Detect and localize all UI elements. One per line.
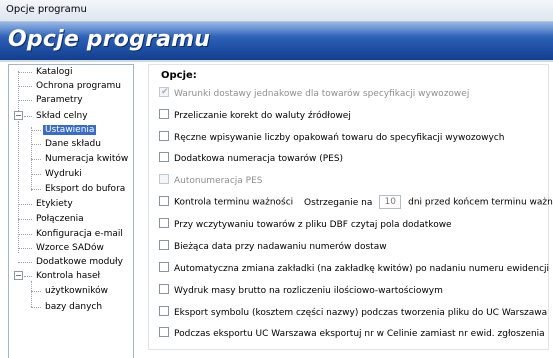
tree-line [31, 159, 41, 160]
tree-line [18, 100, 32, 101]
tree-item-uzytkownikow[interactable]: użytkowników [43, 285, 110, 297]
checkbox[interactable] [159, 240, 169, 250]
checkbox[interactable] [159, 195, 169, 206]
option-dodatkowa-numeracja[interactable]: Dodatkowa numeracja towarów (PES) [159, 152, 343, 166]
header-separator [0, 60, 553, 62]
expiry-days-input[interactable]: 10 [379, 195, 402, 209]
header-banner: Opcje programu [0, 22, 553, 60]
tree-line [18, 204, 32, 205]
option-warunki-dostawy: ✔ Warunki dostawy jednakowe dla towarów s… [159, 87, 470, 99]
option-wydruk-masy-brutto[interactable]: Wydruk masy brutto na rozliczeniu ilości… [159, 284, 443, 298]
option-wczytywanie-dbf[interactable]: Przy wczytywaniu towarów z pliku DBF czy… [159, 218, 452, 232]
expiry-days-label: dni przed końcem terminu ważności [408, 197, 553, 208]
tree-item-kontrola-hasel[interactable]: Kontrola haseł [34, 270, 102, 282]
tree-item-wydruki[interactable]: Wydruki [43, 168, 84, 180]
window-title: Opcje programu [6, 4, 87, 15]
tree-line [31, 189, 41, 190]
collapse-icon[interactable]: − [14, 111, 23, 120]
checkbox[interactable] [159, 131, 169, 141]
banner-title: Opcje programu [8, 27, 211, 52]
tree-item-ochrona-programu[interactable]: Ochrona programu [34, 80, 123, 92]
checkbox[interactable] [159, 218, 169, 228]
tree-line [31, 174, 41, 175]
tree-line [18, 234, 32, 235]
option-kontrola-terminu[interactable]: Kontrola terminu ważności Ostrzeganie na… [159, 195, 553, 209]
tree-line [31, 307, 41, 308]
collapse-icon[interactable]: − [14, 271, 23, 280]
tree-line [18, 262, 32, 263]
tree-item-numeracja-kwitow[interactable]: Numeracja kwitów [43, 153, 130, 165]
tree-line [31, 291, 41, 292]
tree-item-bazy-danych[interactable]: bazy danych [43, 301, 104, 313]
tree-item-wzorce-sadow[interactable]: Wzorce SADów [34, 242, 106, 254]
tree-item-konfiguracja-email[interactable]: Konfiguracja e-mail [34, 228, 125, 240]
tree-line [18, 71, 19, 115]
tree-item-polaczenia[interactable]: Połączenia [34, 213, 86, 225]
option-automatyczna-zmiana-zakladki[interactable]: Automatyczna zmiana zakładki (na zakładk… [159, 262, 549, 276]
options-header: Opcje: [161, 70, 197, 81]
checkbox [159, 174, 169, 184]
option-autonumeracja-pes: Autonumeracja PES [159, 174, 262, 188]
checkbox[interactable] [159, 152, 169, 162]
tree-item-katalogi[interactable]: Katalogi [34, 66, 75, 78]
tree-item-eksport-do-bufora[interactable]: Eksport do bufora [43, 183, 127, 195]
checkbox[interactable] [159, 284, 169, 294]
expiry-warn-label: Ostrzeganie na [304, 197, 373, 208]
options-panel: Opcje: ✔ Warunki dostawy jednakowe dla to… [148, 64, 553, 350]
option-eksport-nr-celina[interactable]: Podczas eksportu UC Warszawa eksportuj n… [159, 327, 545, 341]
option-przeliczanie-korekt[interactable]: Przeliczanie korekt do waluty źródłowej [159, 109, 351, 123]
checkbox[interactable] [159, 306, 169, 316]
tree-line [18, 86, 32, 87]
option-eksport-symbolu[interactable]: Eksport symbolu (kosztem części nazwy) p… [159, 306, 547, 320]
options-tree[interactable]: Katalogi Ochrona programu Parametry − Sk… [8, 64, 134, 358]
tree-item-etykiety[interactable]: Etykiety [34, 198, 75, 210]
tree-line [18, 72, 32, 73]
checkmark-icon: ✔ [161, 87, 169, 97]
option-biezaca-data[interactable]: Bieżąca data przy nadawaniu numerów dost… [159, 240, 387, 254]
tree-line [18, 219, 32, 220]
tree-line [18, 248, 32, 249]
tree-line [24, 276, 32, 277]
tree-item-parametry[interactable]: Parametry [34, 94, 85, 106]
tree-item-sklad-celny[interactable]: Skład celny [34, 110, 90, 122]
checkbox: ✔ [159, 87, 169, 97]
checkbox[interactable] [159, 109, 169, 119]
checkbox[interactable] [159, 262, 169, 272]
tree-line [24, 116, 32, 117]
tree-line [31, 144, 41, 145]
tree-item-dodatkowe-moduly[interactable]: Dodatkowe moduły [34, 256, 125, 268]
tree-line [31, 130, 41, 131]
tree-line [31, 281, 32, 307]
checkbox[interactable] [159, 327, 169, 337]
tree-item-dane-skladu[interactable]: Dane składu [43, 138, 103, 150]
option-reczne-wpisywanie[interactable]: Ręczne wpisywanie liczby opakowań towaru… [159, 131, 504, 145]
tree-item-ustawienia[interactable]: Ustawienia [43, 124, 97, 136]
window-titlebar: Opcje programu [0, 0, 553, 22]
